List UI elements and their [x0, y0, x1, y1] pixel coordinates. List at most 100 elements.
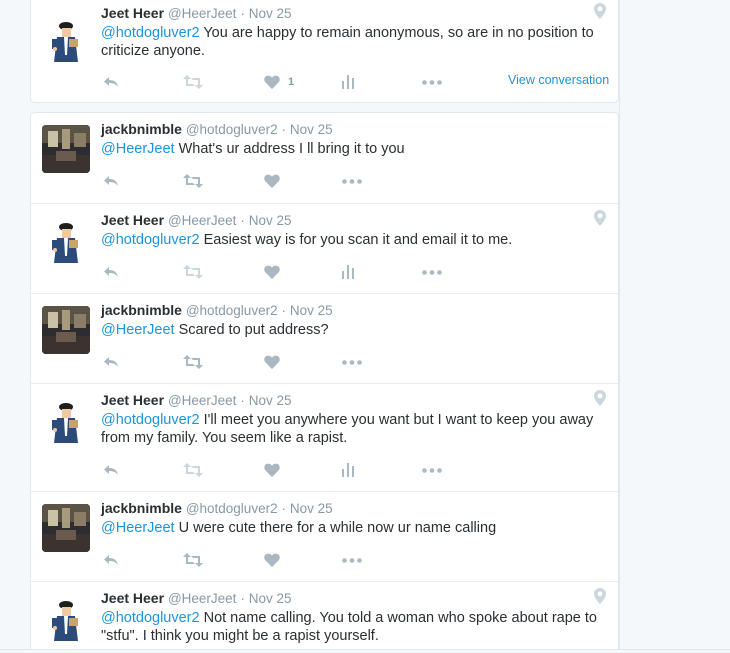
retweet-icon[interactable]: [183, 174, 203, 190]
retweet-icon[interactable]: [183, 463, 203, 479]
display-name[interactable]: jackbnimble: [101, 302, 182, 318]
like-icon[interactable]: [264, 355, 280, 371]
separator: ·: [240, 591, 245, 606]
more-icon[interactable]: [422, 468, 442, 484]
timestamp[interactable]: Nov 25: [290, 303, 333, 318]
tweet-header: Jeet Heer @HeerJeet · Nov 25: [101, 212, 291, 228]
tweet[interactable]: jackbnimble @hotdogluver2 · Nov 25 @Heer…: [31, 113, 618, 203]
retweet-icon[interactable]: [183, 75, 203, 91]
mention-link[interactable]: @hotdogluver2: [101, 412, 200, 428]
timestamp[interactable]: Nov 25: [249, 6, 292, 21]
timestamp[interactable]: Nov 25: [249, 393, 292, 408]
timestamp[interactable]: Nov 25: [290, 122, 333, 137]
handle[interactable]: @hotdogluver2: [186, 122, 278, 137]
handle[interactable]: @HeerJeet: [168, 6, 236, 21]
separator: ·: [281, 501, 286, 516]
separator: ·: [240, 393, 245, 408]
more-icon[interactable]: [342, 360, 362, 376]
mention-link[interactable]: @HeerJeet: [101, 520, 175, 536]
avatar[interactable]: [42, 396, 90, 444]
timestamp[interactable]: Nov 25: [249, 591, 292, 606]
display-name[interactable]: jackbnimble: [101, 121, 182, 137]
location-pin-icon[interactable]: [594, 3, 606, 19]
tweet-header: jackbnimble @hotdogluver2 · Nov 25: [101, 121, 333, 137]
reply-icon[interactable]: [103, 75, 119, 91]
analytics-icon[interactable]: [342, 265, 355, 281]
retweet-icon[interactable]: [183, 553, 203, 569]
tweet[interactable]: jackbnimble @hotdogluver2 · Nov 25 @Heer…: [31, 491, 618, 581]
tweet-text: @HeerJeet What's ur address I ll bring i…: [101, 140, 611, 158]
location-pin-icon[interactable]: [594, 390, 606, 406]
bottom-edge: [0, 649, 730, 653]
column-divider: [619, 0, 620, 653]
conversation-thread: jackbnimble @hotdogluver2 · Nov 25 @Heer…: [30, 112, 619, 653]
tweet[interactable]: Jeet Heer @HeerJeet · Nov 25 @hotdogluve…: [31, 203, 618, 293]
separator: ·: [240, 6, 245, 21]
tweet-header: jackbnimble @hotdogluver2 · Nov 25: [101, 302, 333, 318]
tweet-header: Jeet Heer @HeerJeet · Nov 25: [101, 590, 291, 606]
reply-icon[interactable]: [103, 463, 119, 479]
tweet-text: @hotdogluver2 Not name calling. You told…: [101, 609, 611, 645]
location-pin-icon[interactable]: [594, 210, 606, 226]
tweet-header: jackbnimble @hotdogluver2 · Nov 25: [101, 500, 333, 516]
tweet[interactable]: Jeet Heer @HeerJeet · Nov 25 @hotdogluve…: [31, 581, 618, 653]
more-icon[interactable]: [342, 179, 362, 195]
separator: ·: [240, 213, 245, 228]
tweet[interactable]: Jeet Heer @HeerJeet · Nov 25 @hotdogluve…: [31, 383, 618, 491]
handle[interactable]: @HeerJeet: [168, 213, 236, 228]
tweet-text: @HeerJeet Scared to put address?: [101, 321, 611, 339]
mention-link[interactable]: @hotdogluver2: [101, 25, 200, 41]
retweet-icon[interactable]: [183, 265, 203, 281]
display-name[interactable]: jackbnimble: [101, 500, 182, 516]
avatar[interactable]: [42, 306, 90, 354]
separator: ·: [281, 303, 286, 318]
avatar[interactable]: [42, 125, 90, 173]
tweet[interactable]: Jeet Heer @HeerJeet · Nov 25 @hotdogluve…: [31, 0, 618, 104]
retweet-icon[interactable]: [183, 355, 203, 371]
reply-icon[interactable]: [103, 174, 119, 190]
handle[interactable]: @HeerJeet: [168, 393, 236, 408]
reply-icon[interactable]: [103, 553, 119, 569]
tweet-text: @hotdogluver2 Easiest way is for you sca…: [101, 231, 611, 249]
like-icon[interactable]: [264, 553, 280, 569]
handle[interactable]: @hotdogluver2: [186, 303, 278, 318]
like-icon[interactable]: [264, 265, 280, 281]
timestamp[interactable]: Nov 25: [249, 213, 292, 228]
avatar[interactable]: [42, 15, 90, 63]
more-icon[interactable]: [422, 270, 442, 286]
view-conversation-link[interactable]: View conversation: [508, 73, 609, 87]
tweet-header: Jeet Heer @HeerJeet · Nov 25: [101, 5, 291, 21]
analytics-icon[interactable]: [342, 463, 355, 479]
tweet[interactable]: jackbnimble @hotdogluver2 · Nov 25 @Heer…: [31, 293, 618, 383]
timeline: Jeet Heer @HeerJeet · Nov 25 @hotdogluve…: [0, 0, 730, 653]
mention-link[interactable]: @HeerJeet: [101, 141, 175, 157]
mention-link[interactable]: @HeerJeet: [101, 322, 175, 338]
tweet-card: Jeet Heer @HeerJeet · Nov 25 @hotdogluve…: [30, 0, 619, 103]
reply-icon[interactable]: [103, 355, 119, 371]
analytics-icon[interactable]: [342, 75, 355, 91]
tweet-body: What's ur address I ll bring it to you: [174, 141, 405, 157]
display-name[interactable]: Jeet Heer: [101, 212, 164, 228]
tweet-body: Scared to put address?: [174, 322, 329, 338]
display-name[interactable]: Jeet Heer: [101, 5, 164, 21]
mention-link[interactable]: @hotdogluver2: [101, 232, 200, 248]
location-pin-icon[interactable]: [594, 588, 606, 604]
tweet-body: Easiest way is for you scan it and email…: [199, 232, 513, 248]
mention-link[interactable]: @hotdogluver2: [101, 610, 200, 626]
tweet-text: @HeerJeet U were cute there for a while …: [101, 519, 611, 537]
display-name[interactable]: Jeet Heer: [101, 590, 164, 606]
more-icon[interactable]: [422, 80, 442, 96]
like-icon[interactable]: [264, 75, 280, 91]
like-icon[interactable]: [264, 174, 280, 190]
avatar[interactable]: [42, 504, 90, 552]
more-icon[interactable]: [342, 558, 362, 574]
tweet-text: @hotdogluver2 I'll meet you anywhere you…: [101, 411, 611, 447]
timestamp[interactable]: Nov 25: [290, 501, 333, 516]
avatar[interactable]: [42, 594, 90, 642]
handle[interactable]: @HeerJeet: [168, 591, 236, 606]
display-name[interactable]: Jeet Heer: [101, 392, 164, 408]
handle[interactable]: @hotdogluver2: [186, 501, 278, 516]
reply-icon[interactable]: [103, 265, 119, 281]
like-icon[interactable]: [264, 463, 280, 479]
avatar[interactable]: [42, 216, 90, 264]
